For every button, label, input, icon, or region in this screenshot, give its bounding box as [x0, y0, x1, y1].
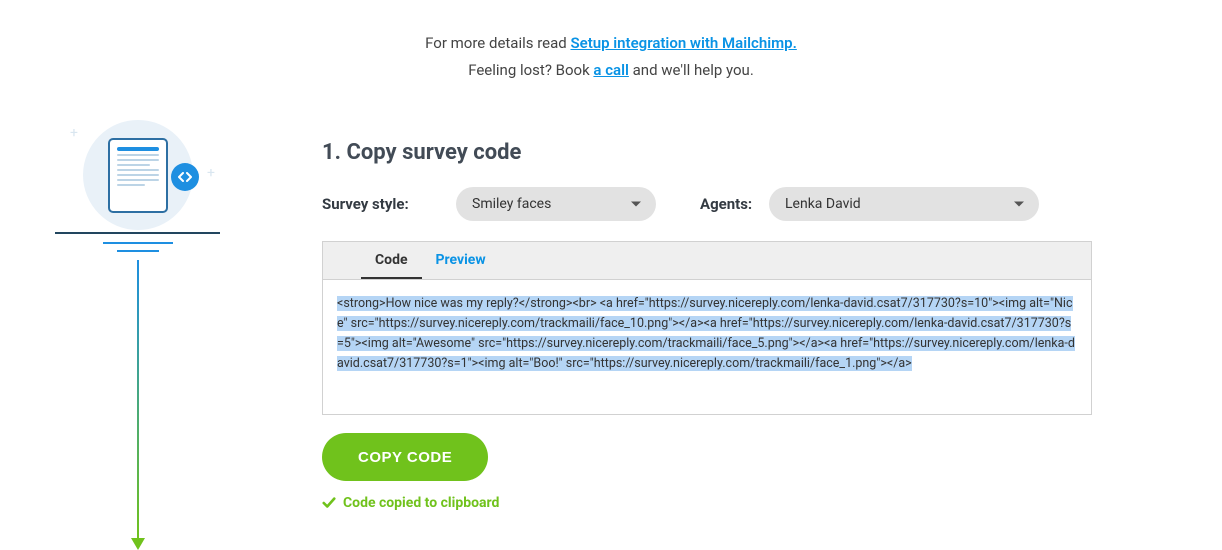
illustration-circle — [83, 120, 193, 230]
header-line2-prefix: Feeling lost? Book — [468, 61, 593, 79]
header-line2-suffix: and we'll help you. — [633, 61, 754, 79]
chevron-down-icon — [1014, 202, 1024, 207]
document-mockup-icon — [108, 138, 168, 213]
tab-code[interactable]: Code — [361, 242, 422, 279]
code-badge-icon — [171, 163, 199, 191]
header-prefix: For more details read — [425, 34, 570, 52]
header-help-text: For more details read Setup integration … — [0, 0, 1222, 84]
illustration-underline — [103, 242, 173, 244]
copy-confirmation-text: Code copied to clipboard — [343, 495, 499, 511]
code-snippet-area[interactable]: <strong>How nice was my reply?</strong><… — [323, 280, 1091, 414]
book-call-link[interactable]: a call — [593, 61, 628, 79]
agents-label: Agents: — [700, 195, 755, 213]
code-panel-tabs: Code Preview — [323, 242, 1091, 280]
chevron-down-icon — [631, 202, 641, 207]
illustration-underline — [117, 250, 159, 252]
survey-style-label: Survey style: — [322, 195, 442, 213]
code-panel: Code Preview <strong>How nice was my rep… — [322, 241, 1092, 415]
illustration-baseline — [55, 232, 220, 234]
survey-style-value: Smiley faces — [472, 196, 551, 212]
flow-arrow-head-icon — [131, 538, 145, 550]
mailchimp-setup-link[interactable]: Setup integration with Mailchimp. — [570, 34, 796, 52]
step-illustration: + + — [55, 120, 220, 550]
check-icon — [322, 496, 336, 510]
agents-select[interactable]: Lenka David — [769, 187, 1039, 221]
sparkle-icon: + — [70, 125, 78, 141]
main-content: 1. Copy survey code Survey style: Smiley… — [322, 140, 1092, 511]
code-snippet-text: <strong>How nice was my reply?</strong><… — [337, 296, 1075, 371]
section-title: 1. Copy survey code — [322, 140, 1092, 165]
survey-style-select[interactable]: Smiley faces — [456, 187, 656, 221]
sparkle-icon: + — [207, 165, 215, 181]
copy-code-button[interactable]: COPY CODE — [322, 433, 488, 481]
flow-arrow-line — [137, 260, 139, 540]
copy-confirmation: Code copied to clipboard — [322, 495, 1092, 511]
tab-preview[interactable]: Preview — [422, 242, 500, 279]
controls-row: Survey style: Smiley faces Agents: Lenka… — [322, 187, 1092, 221]
agents-value: Lenka David — [785, 196, 861, 212]
